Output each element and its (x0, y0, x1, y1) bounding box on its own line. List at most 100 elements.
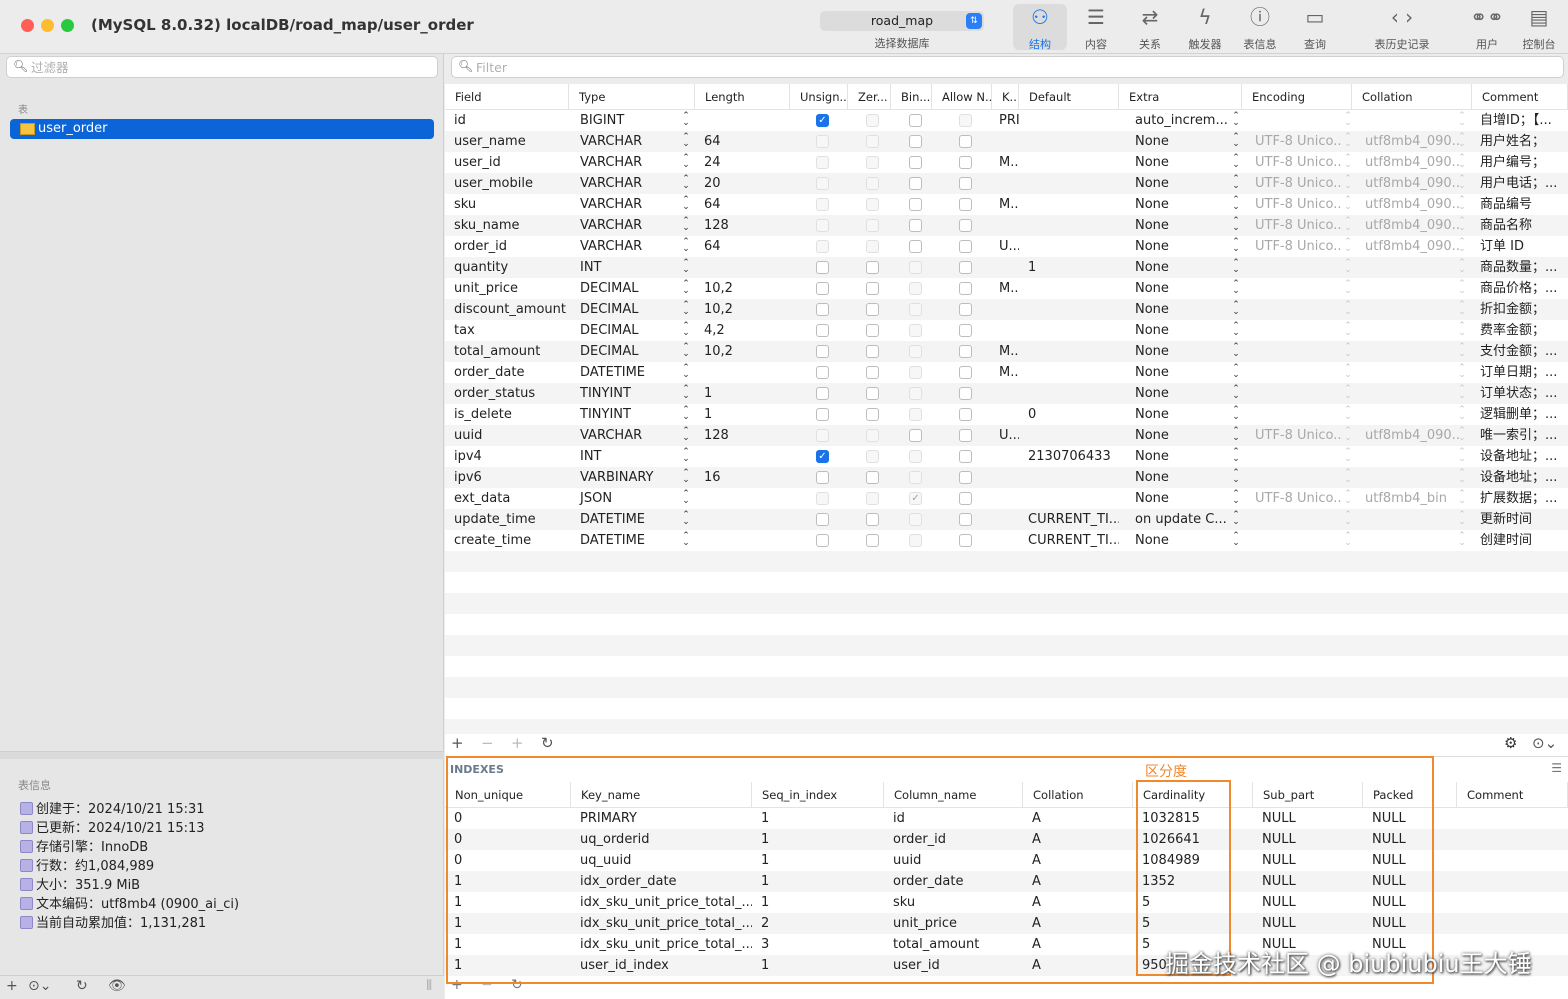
length-cell[interactable]: 128 (695, 215, 790, 236)
default-cell[interactable] (1019, 131, 1119, 152)
key-cell[interactable]: M... (990, 362, 1019, 383)
stepper-icon[interactable]: ⌃ ⌄ (1343, 343, 1353, 359)
zerofill-checkbox[interactable] (866, 429, 879, 442)
type-cell[interactable]: VARCHAR (571, 425, 681, 446)
key-cell[interactable] (990, 173, 1019, 194)
index-column-header[interactable]: Packed (1363, 782, 1457, 808)
unsigned-checkbox[interactable] (816, 534, 829, 547)
extra-cell[interactable]: None (1126, 446, 1229, 467)
extra-cell[interactable]: None (1126, 173, 1229, 194)
stepper-icon[interactable]: ⌃ ⌄ (1343, 511, 1353, 527)
add-field-icon[interactable]: + (451, 734, 464, 752)
key-cell[interactable] (990, 320, 1019, 341)
stepper-icon[interactable]: ⌃ ⌄ (1343, 322, 1353, 338)
close-window-button[interactable] (21, 19, 34, 32)
extra-cell[interactable]: None (1126, 425, 1229, 446)
field-cell[interactable]: order_status (445, 383, 569, 404)
encoding-cell[interactable]: UTF-8 Unico... (1246, 488, 1342, 509)
encoding-cell[interactable] (1246, 446, 1342, 467)
allow-null-checkbox[interactable] (959, 345, 972, 358)
index-row[interactable]: 0 PRIMARY 1 id A 1032815 NULL NULL (445, 808, 1568, 829)
table-item-user-order[interactable]: user_order (10, 119, 434, 139)
collation-cell[interactable] (1356, 467, 1460, 488)
stepper-icon[interactable]: ⌃ ⌄ (1457, 469, 1467, 485)
unsigned-checkbox[interactable] (816, 492, 829, 505)
allow-null-checkbox[interactable] (959, 429, 972, 442)
field-filter-input[interactable] (476, 59, 1476, 75)
type-cell[interactable]: VARCHAR (571, 194, 681, 215)
refresh-icon[interactable]: ↻ (76, 978, 88, 994)
table-row[interactable]: quantity INT ⌃ ⌄ 1 None ⌃ ⌄ ⌃ ⌄ ⌃ ⌄ 商品数量；... (445, 257, 1568, 278)
comment-cell[interactable]: 订单状态；... (1471, 383, 1568, 404)
default-cell[interactable]: 0 (1019, 404, 1119, 425)
add-index-icon[interactable]: + (451, 977, 463, 993)
encoding-cell[interactable]: UTF-8 Unico... (1246, 194, 1342, 215)
stepper-icon[interactable]: ⌃ ⌄ (681, 301, 691, 317)
stepper-icon[interactable]: ⌃ ⌄ (1457, 238, 1467, 254)
collation-cell[interactable]: utf8mb4_bin (1356, 488, 1460, 509)
allow-null-checkbox[interactable] (959, 261, 972, 274)
column-header[interactable]: Type (569, 84, 695, 110)
comment-cell[interactable]: 用户姓名； (1471, 131, 1568, 152)
encoding-cell[interactable]: UTF-8 Unico... (1246, 236, 1342, 257)
zerofill-checkbox[interactable] (866, 198, 879, 211)
type-cell[interactable]: INT (571, 446, 681, 467)
table-row[interactable]: user_mobile VARCHAR ⌃ ⌄ 20 None ⌃ ⌄ UTF-8 Unico.… (445, 173, 1568, 194)
stepper-icon[interactable]: ⌃ ⌄ (681, 490, 691, 506)
type-cell[interactable]: DECIMAL (571, 320, 681, 341)
zerofill-checkbox[interactable] (866, 219, 879, 232)
binary-checkbox[interactable] (909, 345, 922, 358)
allow-null-checkbox[interactable] (959, 534, 972, 547)
resize-grip-icon[interactable]: ⦀ (426, 978, 432, 994)
zoom-window-button[interactable] (61, 19, 74, 32)
collation-cell[interactable] (1356, 509, 1460, 530)
allow-null-checkbox[interactable] (959, 282, 972, 295)
encoding-cell[interactable] (1246, 509, 1342, 530)
key-cell[interactable] (990, 257, 1019, 278)
column-header[interactable]: Bin... (891, 84, 932, 110)
collation-cell[interactable] (1356, 257, 1460, 278)
encoding-cell[interactable] (1246, 320, 1342, 341)
comment-cell[interactable]: 唯一索引；... (1471, 425, 1568, 446)
minimize-window-button[interactable] (41, 19, 54, 32)
index-column-header[interactable]: Cardinality (1133, 782, 1253, 808)
toolbar-button-5[interactable]: ▭ 查询 (1288, 4, 1342, 51)
collation-cell[interactable]: utf8mb4_090... (1356, 152, 1460, 173)
index-row[interactable]: 0 uq_uuid 1 uuid A 1084989 NULL NULL (445, 850, 1568, 871)
stepper-icon[interactable]: ⌃ ⌄ (1343, 196, 1353, 212)
default-cell[interactable]: CURRENT_TI... (1019, 509, 1119, 530)
encoding-cell[interactable]: UTF-8 Unico... (1246, 215, 1342, 236)
extra-cell[interactable]: None (1126, 194, 1229, 215)
table-row[interactable]: unit_priceDECIMAL⌃⌄10,2M...None⌃⌄⌃⌄⌃⌄商品价… (445, 278, 1568, 299)
zerofill-checkbox[interactable] (866, 240, 879, 253)
length-cell[interactable]: 20 (695, 173, 790, 194)
stepper-icon[interactable]: ⌃ ⌄ (1343, 448, 1353, 464)
stepper-icon[interactable]: ⌃ ⌄ (1231, 196, 1241, 212)
comment-cell[interactable]: 用户编号； (1471, 152, 1568, 173)
comment-cell[interactable]: 商品名称 (1471, 215, 1568, 236)
toolbar-button-8[interactable]: ▤ 控制台 (1512, 4, 1566, 51)
stepper-icon[interactable]: ⌃ ⌄ (1343, 532, 1353, 548)
binary-checkbox[interactable] (909, 198, 922, 211)
column-header[interactable]: Zer... (848, 84, 891, 110)
comment-cell[interactable]: 扩展数据；... (1471, 488, 1568, 509)
collation-cell[interactable]: utf8mb4_090... (1356, 173, 1460, 194)
unsigned-checkbox[interactable]: ✓ (816, 114, 829, 127)
type-cell[interactable]: VARBINARY (571, 467, 681, 488)
column-header[interactable]: Comment (1472, 84, 1568, 110)
zerofill-checkbox[interactable] (866, 345, 879, 358)
field-cell[interactable]: order_id (445, 236, 569, 257)
stepper-icon[interactable]: ⌃ ⌄ (681, 133, 691, 149)
unsigned-checkbox[interactable] (816, 156, 829, 169)
zerofill-checkbox[interactable] (866, 261, 879, 274)
unsigned-checkbox[interactable] (816, 366, 829, 379)
default-cell[interactable] (1019, 425, 1119, 446)
length-cell[interactable]: 1 (695, 404, 790, 425)
comment-cell[interactable]: 商品编号 (1471, 194, 1568, 215)
stepper-icon[interactable]: ⌃ ⌄ (1457, 175, 1467, 191)
length-cell[interactable] (695, 530, 790, 551)
collation-cell[interactable] (1356, 446, 1460, 467)
collation-cell[interactable] (1356, 110, 1460, 131)
stepper-icon[interactable]: ⌃ ⌄ (681, 154, 691, 170)
zerofill-checkbox[interactable] (866, 513, 879, 526)
